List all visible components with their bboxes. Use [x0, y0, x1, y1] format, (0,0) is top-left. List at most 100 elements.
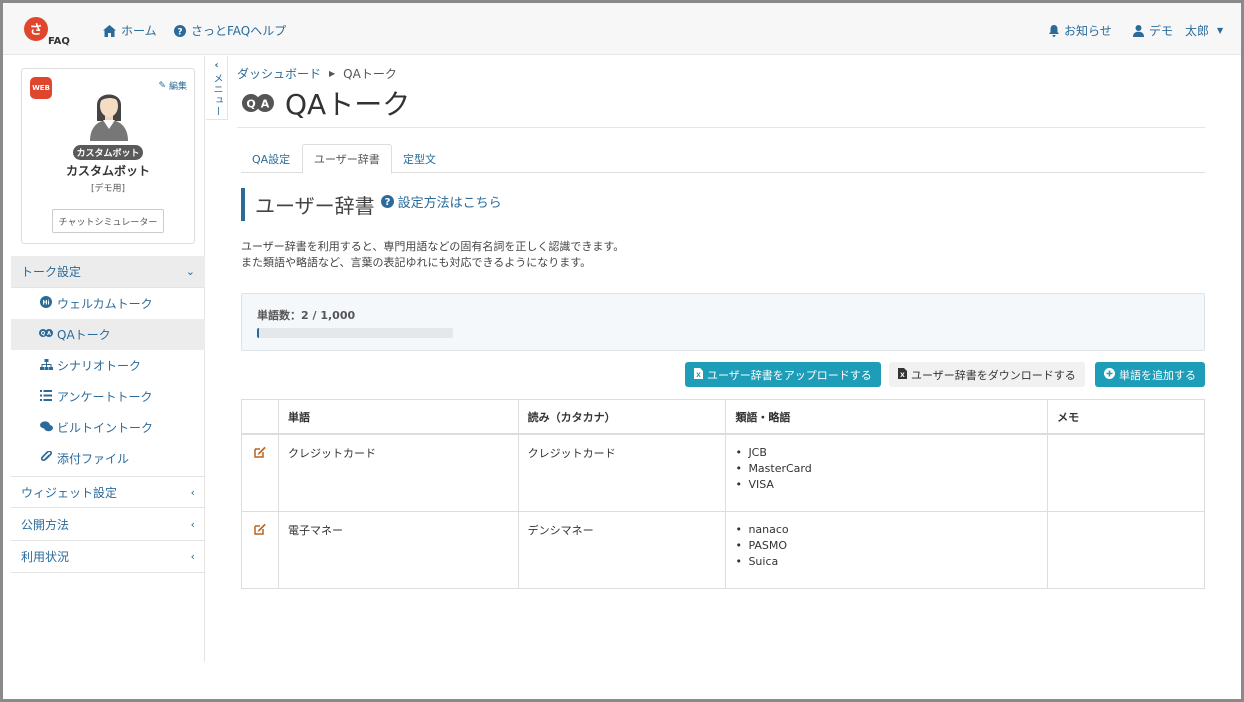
bell-icon — [1049, 24, 1059, 37]
column-header — [241, 399, 279, 435]
section-title: ユーザー辞書 — [255, 194, 375, 218]
notice-link[interactable]: お知らせ — [1049, 22, 1112, 39]
user-name: デモ 太郎 — [1149, 24, 1210, 38]
file-excel-icon: X — [898, 367, 907, 382]
edit-profile-link[interactable]: ✎ 編集 — [158, 79, 187, 93]
menu-tab-label: メニュー — [211, 73, 222, 117]
tab-user-dictionary[interactable]: ユーザー辞書 — [302, 144, 392, 174]
help-link[interactable]: ? さっとFAQヘルプ — [174, 22, 286, 39]
sitemap-icon — [39, 358, 53, 373]
column-header-memo: メモ — [1047, 399, 1205, 435]
reading-cell: デンシマネー — [517, 511, 727, 589]
setup-help-link[interactable]: ? 設定方法はこちら — [380, 192, 502, 211]
add-word-label: 単語を追加する — [1119, 368, 1196, 382]
pencil-icon: ✎ — [158, 80, 166, 91]
column-header-word: 単語 — [277, 399, 519, 435]
user-menu[interactable]: デモ 太郎 ▼ — [1133, 22, 1223, 39]
breadcrumb-current: QAトーク — [343, 67, 397, 81]
synonym-list: nanaco PASMO Suica — [735, 522, 1038, 570]
plus-circle-icon — [1104, 367, 1115, 382]
sidebar-item-welcome-talk[interactable]: Hi ウェルカムトーク — [11, 288, 205, 319]
chevron-left-icon: ‹ — [214, 60, 219, 71]
svg-text:X: X — [696, 372, 701, 379]
svg-text:A: A — [47, 331, 51, 337]
chevron-down-icon: ⌄ — [185, 265, 195, 278]
upload-dictionary-button[interactable]: X ユーザー辞書をアップロードする — [685, 362, 881, 387]
edit-icon[interactable] — [254, 523, 266, 538]
section-description: ユーザー辞書を利用すると、専門用語などの固有名詞を正しく認識できます。 また類語… — [241, 239, 624, 271]
svg-text:X: X — [900, 372, 905, 379]
chat-simulator-button[interactable]: チャットシミュレーター — [52, 209, 164, 233]
breadcrumb-dashboard-link[interactable]: ダッシュボード — [237, 65, 321, 82]
reading-cell: クレジットカード — [517, 433, 727, 512]
synonyms-cell: nanaco PASMO Suica — [725, 511, 1049, 589]
sidebar-item-survey-talk[interactable]: アンケートトーク — [11, 381, 205, 412]
synonym-item: nanaco — [735, 522, 1038, 538]
sidebar-item-label: ウェルカムトーク — [57, 297, 153, 311]
sidebar-group-talk-settings[interactable]: トーク設定 ⌄ — [11, 256, 205, 288]
publish-method-label: 公開方法 — [21, 518, 70, 532]
tab-qa-settings[interactable]: QA設定 — [241, 144, 301, 173]
bot-avatar — [84, 85, 134, 141]
web-badge-icon: WEB — [30, 77, 52, 99]
welcome-icon: Hi — [39, 296, 53, 311]
sidebar-item-scenario-talk[interactable]: シナリオトーク — [11, 350, 205, 381]
table-row: クレジットカード クレジットカード JCB MasterCard VISA — [241, 433, 1205, 512]
sidebar-item-qa-talk[interactable]: QA QAトーク — [11, 319, 205, 350]
synonym-item: Suica — [735, 554, 1038, 570]
bot-type-badge: カスタムボット — [73, 145, 143, 160]
setup-help-label: 設定方法はこちら — [397, 196, 502, 211]
sidebar-item-builtin-talk[interactable]: ビルトイントーク — [11, 412, 205, 443]
word-cell: 電子マネー — [277, 511, 519, 589]
column-header-reading: 読み（カタカナ） — [517, 399, 727, 435]
svg-text:?: ? — [384, 197, 390, 208]
tab-templates[interactable]: 定型文 — [392, 144, 447, 173]
sidebar-item-label: アンケートトーク — [57, 390, 153, 404]
qa-talk-icon: QA — [241, 90, 275, 117]
top-navbar: さ FAQ ホーム ? さっとFAQヘルプ お知らせ デモ 太郎 ▼ — [3, 3, 1241, 55]
synonym-item: JCB — [735, 445, 1038, 461]
word-count-text: 単語数：2 / 1,000 — [257, 309, 356, 322]
tab-bar: QA設定 ユーザー辞書 定型文 — [241, 144, 1205, 174]
sidebar-item-attachments[interactable]: 添付ファイル — [11, 443, 205, 474]
sidebar-item-label: ビルトイントーク — [57, 421, 154, 435]
memo-cell — [1047, 511, 1205, 589]
description-line: ユーザー辞書を利用すると、専門用語などの固有名詞を正しく認識できます。 — [241, 240, 625, 253]
add-word-button[interactable]: 単語を追加する — [1095, 362, 1205, 387]
caret-right-icon: ▶ — [329, 69, 336, 78]
sidebar-item-label: 添付ファイル — [57, 452, 130, 466]
sidebar-item-label: QAトーク — [57, 328, 111, 342]
menu-collapse-tab[interactable]: ‹ メニュー — [206, 56, 228, 120]
sidebar-group-usage[interactable]: 利用状況 ‹ — [11, 541, 205, 573]
home-link[interactable]: ホーム — [103, 22, 157, 39]
chevron-left-icon: ‹ — [190, 550, 195, 563]
upload-button-label: ユーザー辞書をアップロードする — [707, 368, 872, 382]
sidebar-group-widget-settings[interactable]: ウィジェット設定 ‹ — [11, 476, 205, 508]
svg-text:?: ? — [177, 27, 182, 37]
sidebar-group-publish-method[interactable]: 公開方法 ‹ — [11, 509, 205, 541]
svg-text:さ: さ — [29, 23, 42, 38]
home-link-label: ホーム — [121, 24, 157, 38]
bot-name: カスタムボット — [65, 164, 150, 178]
word-count-progress — [257, 328, 453, 338]
page-title-text: QAトーク — [285, 88, 411, 121]
app-logo[interactable]: さ FAQ — [23, 15, 77, 47]
edit-cell — [241, 433, 279, 512]
list-icon — [39, 389, 53, 404]
svg-text:A: A — [261, 97, 270, 110]
caret-down-icon: ▼ — [1217, 26, 1224, 35]
table-header-row: 単語 読み（カタカナ） 類語・略語 メモ — [241, 399, 1205, 435]
section-header: ユーザー辞書 ? 設定方法はこちら — [241, 188, 502, 221]
synonyms-cell: JCB MasterCard VISA — [725, 433, 1049, 512]
usage-label: 利用状況 — [21, 550, 70, 564]
widget-settings-label: ウィジェット設定 — [21, 485, 118, 500]
chevron-left-icon: ‹ — [190, 518, 195, 531]
bot-profile-card: WEB ✎ 編集 カスタムボット カスタムボット [デモ用] チャットシミュレー… — [21, 68, 195, 244]
qa-icon: QA — [39, 328, 53, 341]
help-link-label: さっとFAQヘルプ — [191, 24, 287, 38]
svg-text:FAQ: FAQ — [48, 36, 70, 47]
paperclip-icon — [39, 450, 53, 466]
download-dictionary-button[interactable]: X ユーザー辞書をダウンロードする — [889, 362, 1085, 387]
edit-icon[interactable] — [254, 446, 266, 461]
comments-icon — [39, 420, 53, 435]
